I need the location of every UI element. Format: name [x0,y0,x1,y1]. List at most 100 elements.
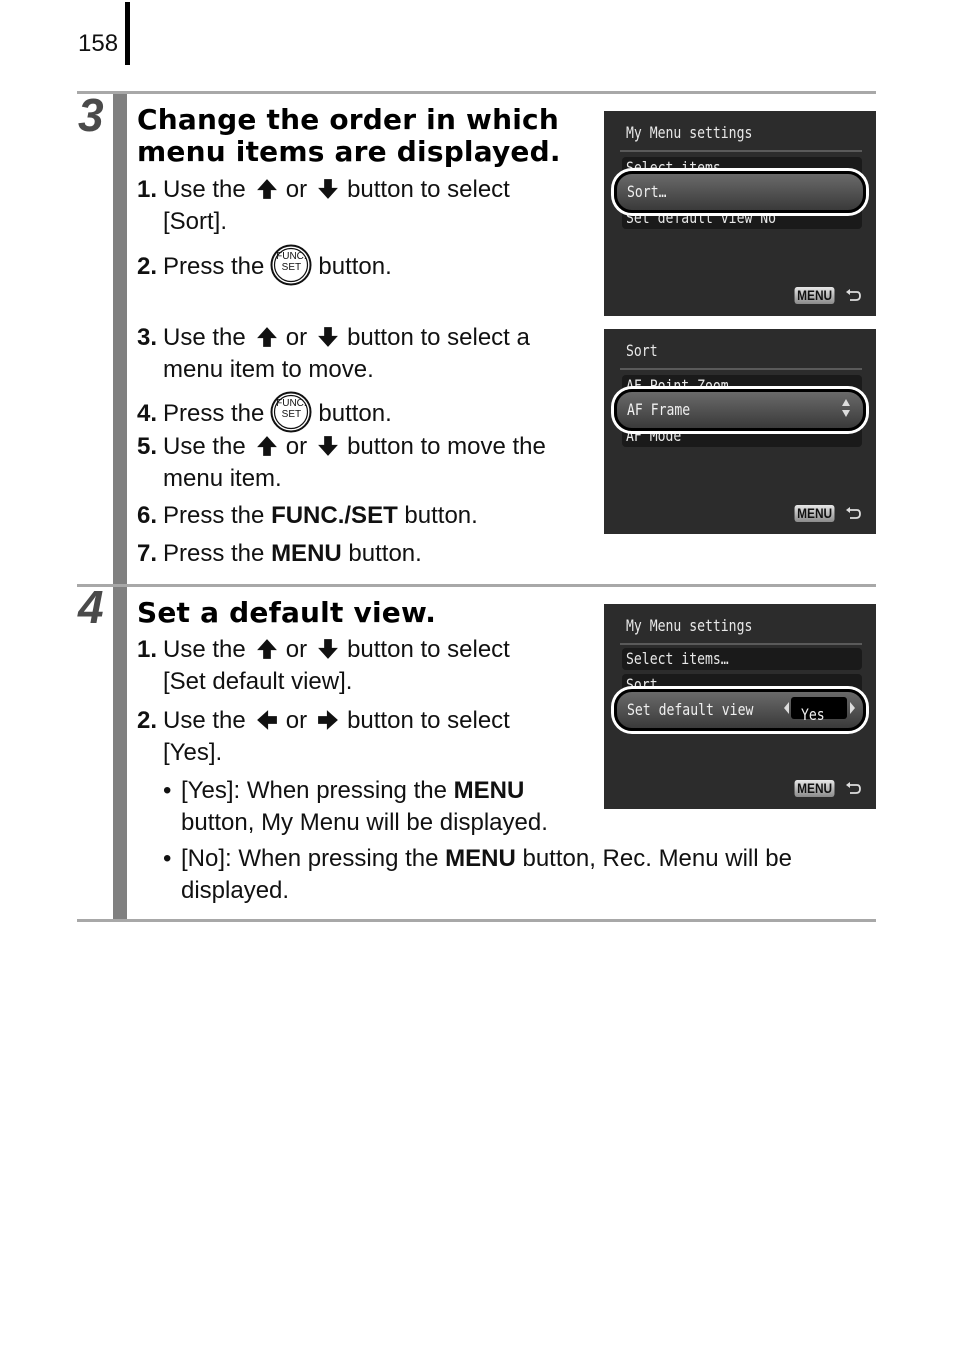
item-number: 7. [137,540,158,567]
up-arrow-icon [256,638,278,660]
step-3-item-1: 1. Use the or button to select [Sort]. [137,174,510,238]
back-arrow-icon [844,781,862,797]
menu-button-icon: MENU [794,505,835,522]
bullet-bold-text: MENU [453,777,525,804]
func-set-label: FUNC. SET [270,398,312,420]
bullet-bold-text: MENU [445,845,516,872]
down-arrow-icon [317,178,339,200]
item-number: 2. [137,253,158,280]
screen-title: My Menu settings [626,616,753,635]
screen-title: My Menu settings [626,123,753,142]
screen-title-divider [620,643,862,645]
item-number: 3. [137,324,158,351]
func-set-label: FUNC. SET [270,251,312,273]
step-4-heading: Set a default view. [137,596,437,629]
step-4-item-2: 2. Use the or button to select [Yes]. [137,705,510,769]
item-text: Use the [163,433,246,460]
item-text: or [285,324,308,351]
item-bold-text: FUNC./SET [271,502,398,529]
down-arrow-icon [317,326,339,348]
screen-row: Select items… [622,648,862,670]
step-3-item-5: 5. Use the or button to move the menu item. [137,431,546,495]
screen-title: Sort [626,341,658,360]
bullet-continuation: displayed. [181,877,290,904]
step-3-item-6: 6. Press the FUNC./SET button. [137,500,478,532]
bullet-text: [No]: When pressing the [181,845,439,872]
left-triangle-icon [784,702,789,714]
up-arrow-icon [256,178,278,200]
screen-selected-label: Sort… [627,182,667,201]
set-label: SET [281,409,302,420]
item-continuation: [Sort]. [163,208,228,235]
item-text: Press the [163,502,265,529]
screen-title-divider [620,150,862,152]
item-number: 4. [137,400,158,427]
back-arrow-icon [844,288,862,304]
bullet-dot: • [163,777,172,804]
step-4-item-1: 1. Use the or button to select [Set default… [137,634,510,698]
screen-selected-row: AF Frame [614,389,866,431]
camera-screen-sort: Sort AF Point Zoom AF Mode AF Frame MENU [604,329,876,534]
item-continuation: [Set default view]. [163,668,353,695]
item-continuation: [Yes]. [163,739,223,766]
item-text: Press the [163,400,265,427]
menu-button-icon: MENU [794,287,835,304]
screen-row-label: Select items… [626,649,729,668]
item-text: Use the [163,176,246,203]
step-3-item-2: 2. Press the FUNC. SET button. [137,244,392,286]
step-3-item-7: 7. Press the MENU button. [137,538,422,570]
down-arrow-icon [317,638,339,660]
up-arrow-icon [256,435,278,457]
step-3-item-3: 3. Use the or button to select a menu item … [137,322,530,386]
screen-selected-label: AF Frame [627,400,691,419]
item-text: or [285,707,308,734]
step-3-item-4: 4. Press the FUNC. SET button. [137,391,392,433]
set-label: SET [281,262,302,273]
menu-button-icon: MENU [794,780,835,797]
screen-selected-value: Yes [791,697,847,724]
right-arrow-icon [317,709,339,731]
item-text: button to select [347,707,510,734]
bullet-text: [Yes]: When pressing the [181,777,447,804]
screen-selected-row: Set default view Yes [614,689,866,731]
item-bold-text: MENU [271,540,342,567]
step-3-number: 3 [78,89,104,141]
left-arrow-icon [256,709,278,731]
item-text: or [285,636,308,663]
step-4-top-rule [77,584,876,587]
item-text: Use the [163,324,246,351]
page-number-bar [125,2,130,65]
func-set-button-icon: FUNC. SET [270,244,312,286]
step-3-top-rule [77,91,876,94]
item-text: button to move the [347,433,546,460]
page-number: 158 [78,30,119,57]
down-arrow-icon [317,435,339,457]
item-number: 1. [137,636,158,663]
bullet-continuation: button, My Menu will be displayed. [181,809,548,836]
screen-selected-row: Sort… [614,171,866,213]
item-text: button. [318,400,392,427]
up-arrow-icon [256,326,278,348]
item-number: 5. [137,433,158,460]
item-number: 1. [137,176,158,203]
camera-screen-set-default-view: My Menu settings Select items… Sort… Set… [604,604,876,809]
item-text: or [285,176,308,203]
step-3-sidebar-bar [113,94,127,584]
camera-screen-my-menu-sort: My Menu settings Select items… Set defau… [604,111,876,316]
item-text: button to select [347,176,510,203]
item-text: button. [404,502,478,529]
item-text: Use the [163,636,246,663]
screen-title-divider [620,368,862,370]
item-text: Use the [163,707,246,734]
func-set-button-icon: FUNC. SET [270,391,312,433]
step-3-heading-line-2: menu items are displayed. [137,135,561,168]
item-text: Press the [163,253,265,280]
bullet-text: button, Rec. Menu will be [522,845,792,872]
item-continuation: menu item to move. [163,356,374,383]
step-4-number: 4 [78,581,104,633]
step-3-heading: Change the order in which menu items are… [137,104,561,168]
item-continuation: menu item. [163,465,282,492]
bottom-rule [77,919,876,922]
back-arrow-icon [844,506,862,522]
right-triangle-icon [850,702,855,714]
